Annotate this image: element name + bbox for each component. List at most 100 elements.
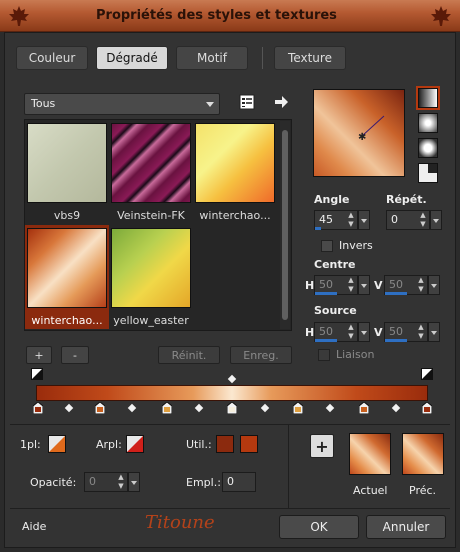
opacity-spinner-icon[interactable]: ▲ ▼ [115,473,127,491]
background-plan-label: Arpl: [96,438,122,451]
center-v-level-bar [385,292,407,295]
tab-couleur[interactable]: Couleur [16,46,88,70]
color-stop-marker[interactable] [358,401,370,415]
angle-spinner-icon[interactable]: ▲ ▼ [345,211,357,229]
window-title: Propriétés des styles et textures [96,8,337,23]
invert-checkbox[interactable] [321,240,333,252]
opacity-stop-right-icon[interactable] [421,368,433,380]
foreground-swatch[interactable] [48,435,66,453]
color-stop-marker[interactable] [226,401,238,415]
gallery-scroll-thumb[interactable] [282,130,288,320]
signature: Titoune [145,512,215,533]
maple-leaf-icon-right [430,5,452,27]
angle-label: Angle [314,193,350,206]
center-h-label: H [305,279,315,292]
current-preview [349,433,391,475]
source-v-value: 50 [389,325,403,338]
sunburst-style-icon[interactable] [418,163,438,183]
previous-label: Préc. [409,484,437,497]
first-plan-label: 1pl: [20,438,41,451]
repeat-label: Répét. [386,193,427,206]
repeat-value: 0 [391,213,398,226]
cancel-button[interactable]: Annuler [366,515,446,539]
divider [10,508,450,509]
maple-leaf-icon [8,5,30,27]
background-swatch[interactable] [126,435,144,453]
category-select-value: Tous [31,97,56,110]
gradient-thumb-veinstein[interactable] [111,123,191,203]
plus-icon[interactable]: + [310,434,334,458]
reset-button[interactable]: Réinit. [158,346,220,364]
tab-degrade[interactable]: Dégradé [96,46,168,70]
gradient-label: Veinstein-FK [117,209,185,222]
opacity-label: Opacité: [30,476,77,489]
center-v-spinner-icon[interactable]: ▲ ▼ [415,276,427,294]
center-h-dropdown[interactable] [358,275,370,295]
center-h-spinner-icon[interactable]: ▲ ▼ [345,276,357,294]
category-select[interactable]: Tous [24,93,220,115]
angle-dropdown[interactable] [358,210,370,230]
color-stop-marker[interactable] [421,401,433,415]
color-stop-marker[interactable] [161,401,173,415]
tab-texture[interactable]: Texture [274,46,346,70]
angle-level-bar [315,227,321,230]
source-h-dropdown[interactable] [358,322,370,342]
divider [10,424,450,425]
gradient-preview[interactable]: ✱ [313,89,405,177]
opacity-stop-left-icon[interactable] [31,368,43,380]
source-label: Source [314,304,357,317]
user-color-swatch-1[interactable] [216,435,234,453]
center-v-dropdown[interactable] [428,275,440,295]
add-gradient-button[interactable]: + [26,346,52,364]
repeat-spinner-icon[interactable]: ▲ ▼ [417,211,429,229]
ok-button[interactable]: OK [279,515,359,539]
source-v-dropdown[interactable] [428,322,440,342]
arrow-right-icon[interactable] [272,93,290,111]
user-color-swatch-2[interactable] [240,435,258,453]
location-label: Empl.: [186,476,221,489]
angle-value: 45 [319,213,333,226]
save-gradient-button[interactable]: Enreg. [230,346,292,364]
previous-preview[interactable] [402,433,444,475]
tab-motif[interactable]: Motif [176,46,248,70]
gradient-bar[interactable] [36,385,428,401]
radial-style-icon[interactable] [418,138,438,158]
invert-label: Invers [339,239,373,252]
color-stop-marker[interactable] [94,401,106,415]
tab-separator [262,47,263,69]
source-h-label: H [305,326,315,339]
current-label: Actuel [353,484,388,497]
divider [288,424,289,508]
repeat-dropdown[interactable] [430,210,442,230]
center-h-level-bar [315,292,337,295]
source-v-label: V [374,326,383,339]
gradient-thumb-yellow-easter[interactable] [111,228,191,308]
gradient-label: vbs9 [53,209,81,222]
gradient-thumb-winterchao-2[interactable] [27,228,107,308]
list-view-icon[interactable] [238,93,256,111]
user-color-label: Util.: [186,438,212,451]
linear-style-icon[interactable] [416,86,440,110]
source-h-level-bar [315,339,337,342]
source-v-level-bar [385,339,407,342]
link-checkbox[interactable] [318,349,330,361]
source-h-spinner-icon[interactable]: ▲ ▼ [345,323,357,341]
color-stop-marker[interactable] [292,401,304,415]
gradient-label: winterchao... [199,209,271,222]
gradient-label-selected: winterchao... [31,314,103,327]
opacity-value: 0 [89,475,96,488]
location-value: 0 [227,475,234,488]
source-v-spinner-icon[interactable]: ▲ ▼ [415,323,427,341]
gradient-thumb-vbs9[interactable] [27,123,107,203]
opacity-dropdown[interactable] [128,472,140,492]
source-h-value: 50 [319,325,333,338]
gradient-thumb-winterchao-1[interactable] [195,123,275,203]
location-input[interactable]: 0 [222,472,256,492]
gradient-label: yellow_easter [113,314,189,327]
color-stop-marker[interactable] [32,401,44,415]
center-v-value: 50 [389,278,403,291]
center-v-label: V [374,279,383,292]
rectangular-style-icon[interactable] [418,113,438,133]
help-label[interactable]: Aide [22,520,46,533]
remove-gradient-button[interactable]: - [61,346,89,364]
